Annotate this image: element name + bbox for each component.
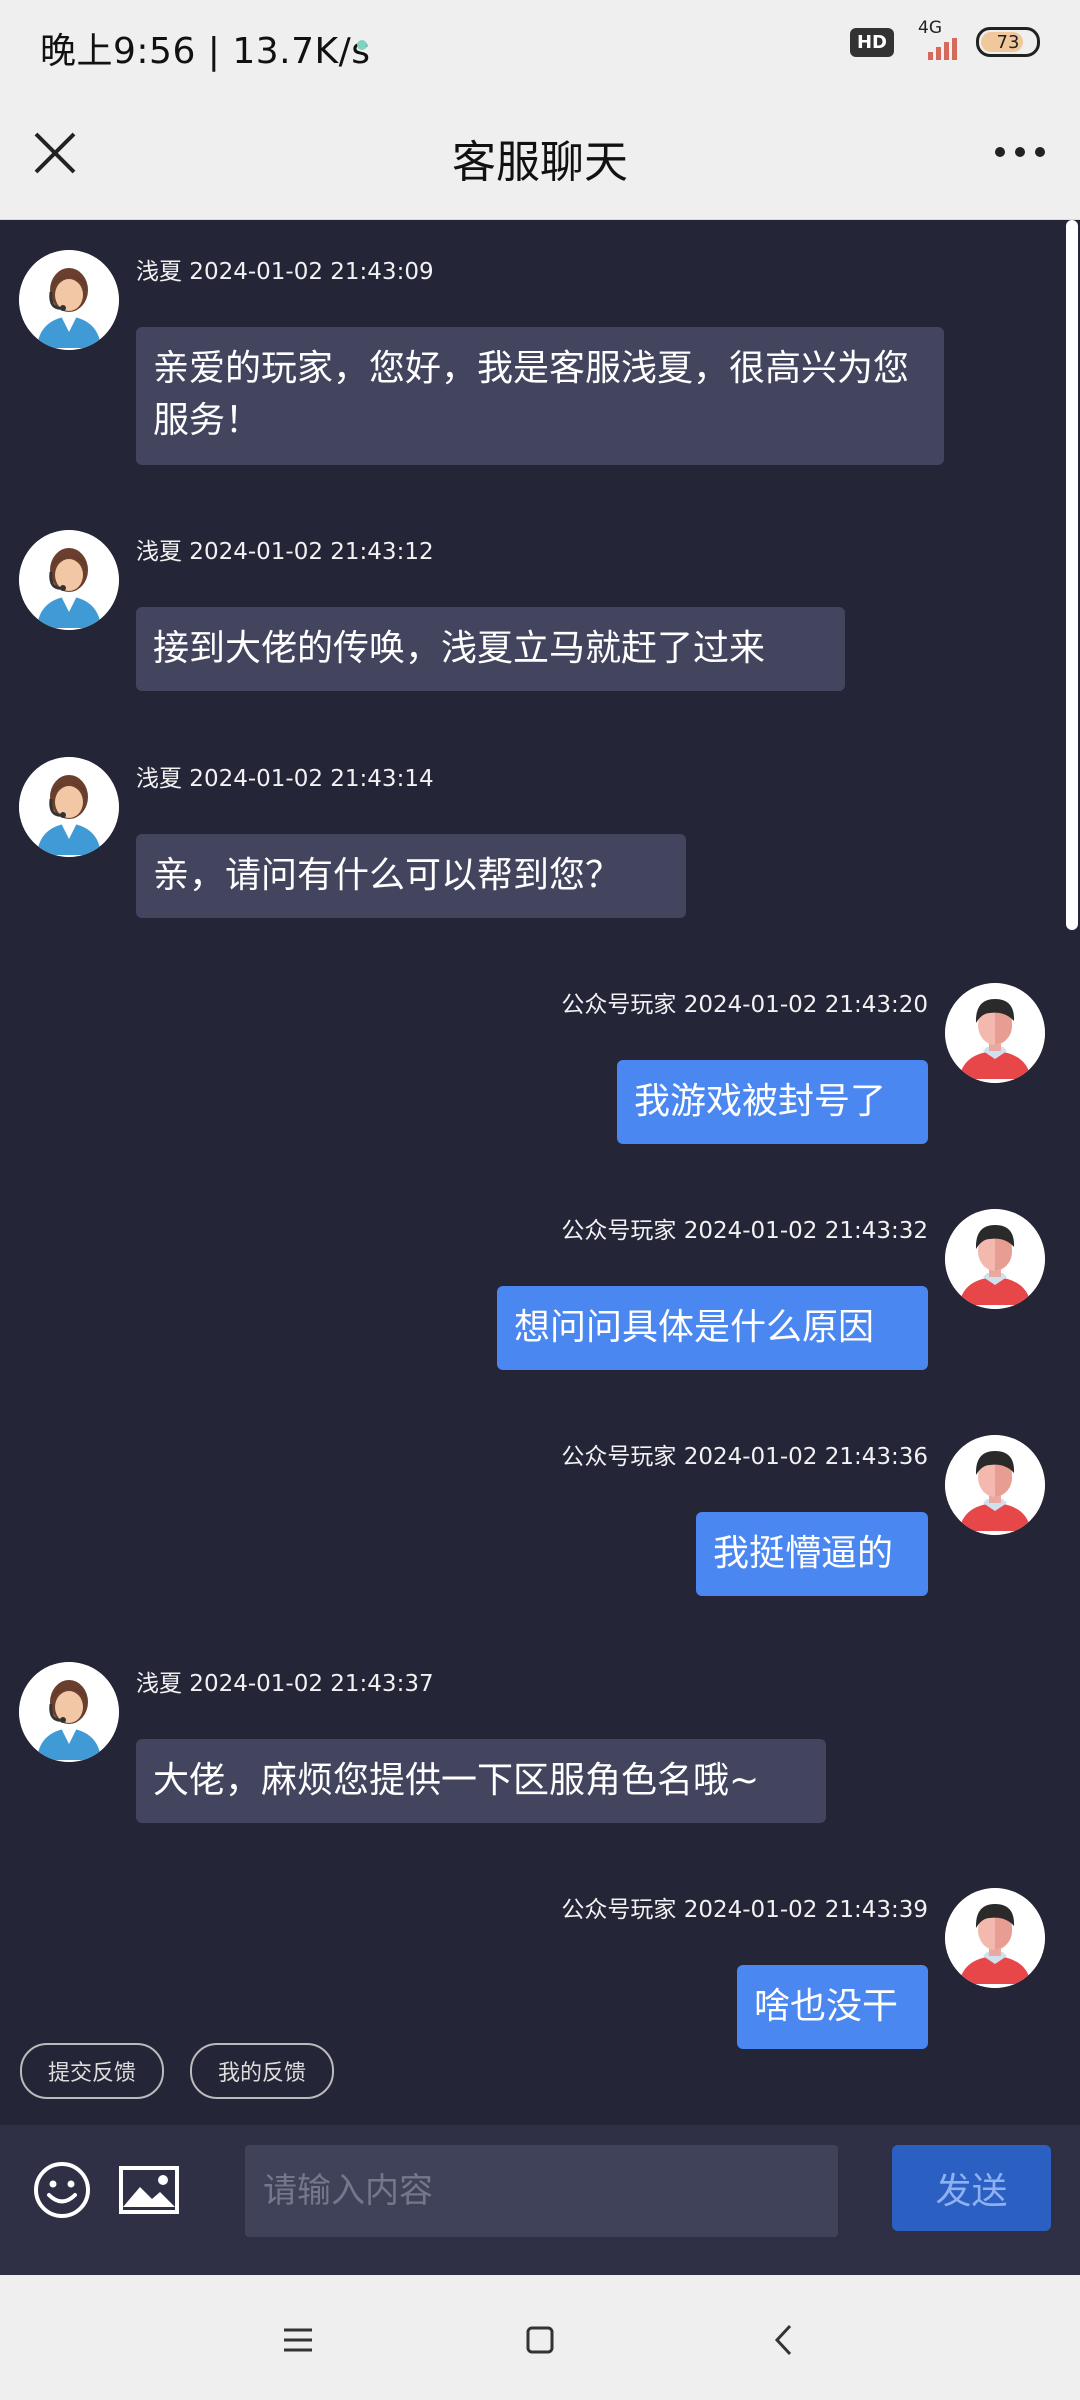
message-meta: 公众号玩家 2024-01-02 21:43:32 (561, 1211, 928, 1245)
user-avatar[interactable] (945, 1209, 1045, 1309)
agent-avatar[interactable] (19, 1662, 119, 1762)
user-message-bubble[interactable]: 我游戏被封号了 (617, 1060, 928, 1144)
home-icon[interactable] (520, 2320, 560, 2360)
title-bar: 客服聊天 (0, 92, 1080, 220)
message-time: 2024-01-02 21:43:09 (182, 259, 434, 285)
user-avatar[interactable] (945, 1888, 1045, 1988)
user-avatar[interactable] (945, 983, 1045, 1083)
user-message-bubble[interactable]: 想问问具体是什么原因 (497, 1286, 928, 1370)
signal-bars (928, 38, 957, 60)
message-meta: 浅夏 2024-01-02 21:43:12 (136, 532, 434, 566)
message-meta: 公众号玩家 2024-01-02 21:43:20 (561, 985, 928, 1019)
network-signal-icon: 4G (910, 18, 960, 60)
user-avatar[interactable] (945, 1435, 1045, 1535)
agent-message-bubble[interactable]: 亲，请问有什么可以帮到您？ (136, 834, 686, 918)
sender-name: 公众号玩家 (561, 1218, 677, 1244)
message-meta: 浅夏 2024-01-02 21:43:14 (136, 759, 434, 793)
user-message-bubble[interactable]: 我挺懵逼的 (696, 1512, 928, 1596)
battery-icon: 73 (976, 27, 1040, 57)
message-time: 2024-01-02 21:43:37 (182, 1671, 434, 1697)
status-icons: HD 4G 73 (849, 18, 1040, 60)
sender-name: 浅夏 (136, 539, 182, 565)
message-meta: 浅夏 2024-01-02 21:43:37 (136, 1664, 434, 1698)
sender-name: 浅夏 (136, 1671, 182, 1697)
user-message-bubble[interactable]: 啥也没干 (737, 1965, 928, 2049)
menu-icon[interactable] (278, 2320, 318, 2360)
agent-message-bubble[interactable]: 亲爱的玩家，您好，我是客服浅夏，很高兴为您服务！ (136, 327, 944, 465)
scrollbar[interactable] (1066, 220, 1078, 930)
battery-level: 73 (996, 31, 1020, 53)
sender-name: 公众号玩家 (561, 1897, 677, 1923)
agent-message-bubble[interactable]: 接到大佬的传唤，浅夏立马就赶了过来 (136, 607, 845, 691)
system-nav-bar (0, 2275, 1080, 2400)
back-icon[interactable] (765, 2320, 805, 2360)
message-time: 2024-01-02 21:43:39 (676, 1897, 928, 1923)
agent-message-bubble[interactable]: 大佬，麻烦您提供一下区服角色名哦~ (136, 1739, 826, 1823)
sender-name: 公众号玩家 (561, 992, 677, 1018)
message-input[interactable] (245, 2145, 838, 2237)
message-meta: 公众号玩家 2024-01-02 21:43:36 (561, 1437, 928, 1471)
page-title: 客服聊天 (452, 137, 628, 188)
signal-dot-icon (357, 40, 367, 50)
message-meta: 公众号玩家 2024-01-02 21:43:39 (561, 1890, 928, 1924)
sender-name: 浅夏 (136, 259, 182, 285)
status-bar: 晚上9:56 | 13.7K/s HD 4G 73 (0, 0, 1080, 92)
network-label: 4G (918, 18, 942, 38)
message-time: 2024-01-02 21:43:32 (676, 1218, 928, 1244)
more-dots-icon[interactable] (990, 132, 1050, 172)
message-meta: 浅夏 2024-01-02 21:43:09 (136, 252, 434, 286)
message-time: 2024-01-02 21:43:12 (182, 539, 434, 565)
status-time-speed: 晚上9:56 | 13.7K/s (40, 31, 371, 72)
sender-name: 公众号玩家 (561, 1444, 677, 1470)
emoji-icon[interactable] (32, 2160, 92, 2220)
agent-avatar[interactable] (19, 757, 119, 857)
my-feedback-button[interactable]: 我的反馈 (190, 2043, 335, 2099)
agent-avatar[interactable] (19, 530, 119, 630)
message-time: 2024-01-02 21:43:36 (676, 1444, 928, 1470)
input-bar: 发送 (0, 2125, 1080, 2275)
message-time: 2024-01-02 21:43:20 (676, 992, 928, 1018)
hd-icon: HD (849, 27, 894, 57)
agent-avatar[interactable] (19, 250, 119, 350)
sender-name: 浅夏 (136, 766, 182, 792)
chat-area[interactable]: 浅夏 2024-01-02 21:43:09 亲爱的玩家，您好，我是客服浅夏，很高… (0, 220, 1080, 2125)
image-icon[interactable] (118, 2165, 180, 2215)
send-button[interactable]: 发送 (892, 2145, 1051, 2231)
quick-actions: 提交反馈 我的反馈 (20, 2043, 335, 2099)
message-time: 2024-01-02 21:43:14 (182, 766, 434, 792)
submit-feedback-button[interactable]: 提交反馈 (20, 2043, 165, 2099)
